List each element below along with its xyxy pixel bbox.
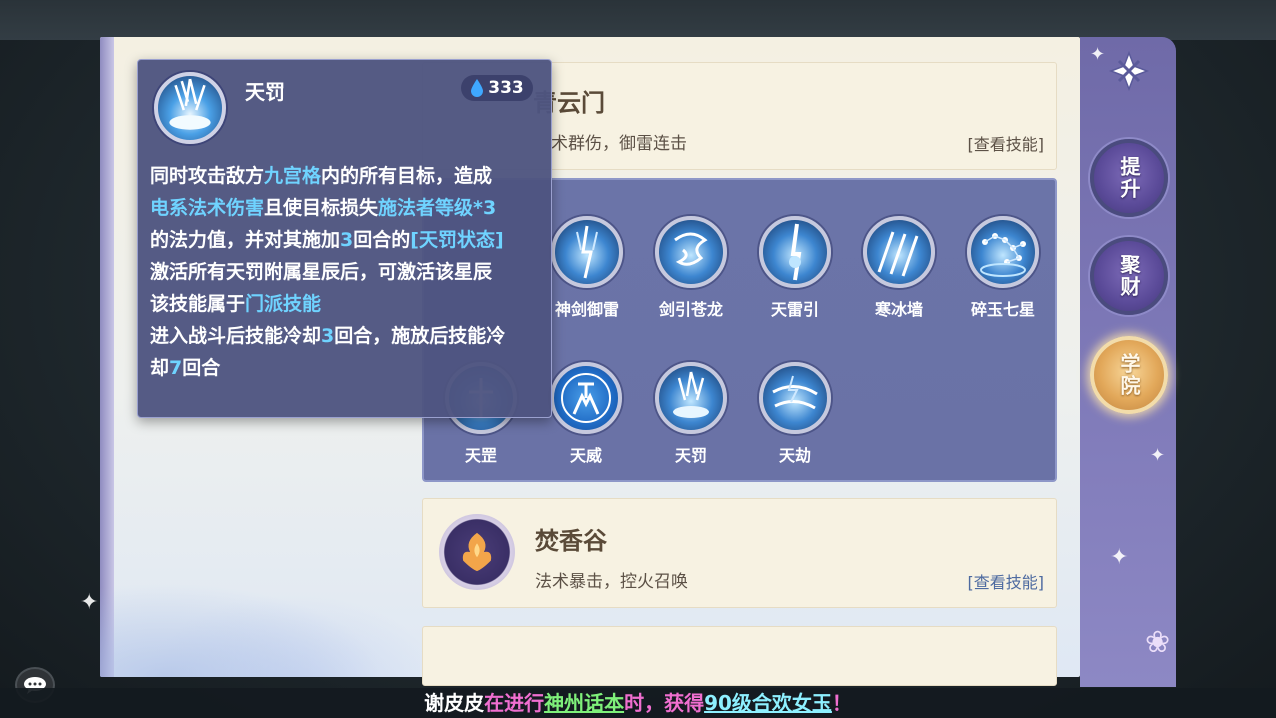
mana-cost: 333: [488, 78, 524, 98]
broadcast-ticker: 谢皮皮在进行神州话本时，获得90级合欢女玉！: [0, 688, 1276, 718]
lotus-icon: ❀: [1145, 625, 1171, 660]
skill-item[interactable]: 神剑御雷: [547, 216, 627, 320]
ticker-text: 在进行: [484, 691, 545, 715]
description-line: 电系法术伤害且使目标损失施法者等级*3: [150, 192, 550, 224]
sect-title: 焚香谷: [535, 526, 607, 555]
player-name: 谢皮皮: [424, 691, 485, 715]
dragon-icon: [655, 216, 727, 288]
skill-name: 寒冰墙: [874, 300, 923, 319]
skill-item[interactable]: 剑引苍龙: [651, 216, 731, 320]
skill-name: 天劫: [778, 446, 811, 465]
highlight-text: 施法者等级*3: [378, 197, 497, 219]
academy-button[interactable]: 学院: [1090, 336, 1168, 414]
sparkle-icon: ✦: [80, 590, 99, 615]
sect-card-fenxiang[interactable]: 焚香谷 法术暴击，控火召唤 [查看技能]: [422, 498, 1057, 608]
description-line: 进入战斗后技能冷却3回合，施放后技能冷: [150, 320, 550, 352]
heaven-punish-icon: [655, 362, 727, 434]
phoenix-icon: [439, 514, 515, 590]
description-text: 进入战斗后技能冷却: [150, 325, 322, 347]
description-text: 的法力值，并对其施加: [150, 229, 341, 251]
description-text: 回合，施放后技能冷: [334, 325, 506, 347]
activity-link[interactable]: 神州话本: [544, 691, 624, 715]
skill-item[interactable]: 天罚: [651, 362, 731, 466]
skill-item[interactable]: 天雷引: [755, 216, 835, 320]
ticker-text: ！: [831, 691, 852, 715]
game-background: [0, 0, 1276, 40]
description-text: 却: [150, 357, 170, 379]
item-link[interactable]: 90级合欢女玉: [704, 691, 832, 715]
highlight-text: 3: [340, 229, 354, 251]
sparkle-icon: ✦: [1150, 445, 1166, 466]
description-line: 却7回合: [150, 352, 550, 384]
skill-name: 神剑御雷: [554, 300, 619, 319]
highlight-text: 7: [169, 357, 183, 379]
skill-name: 天雷引: [770, 300, 819, 319]
description-text: 回合的: [353, 229, 411, 251]
ice-wall-icon: [863, 216, 935, 288]
description-text: 同时攻击敌方: [150, 165, 265, 187]
panel-wave-decoration: [100, 567, 420, 677]
description-line: 激活所有天罚附属星辰后，可激活该星辰: [150, 256, 550, 288]
description-text: 内的所有目标，造成: [321, 165, 493, 187]
heaven-tribulation-icon: [759, 362, 831, 434]
lightning-sword-icon: [551, 216, 623, 288]
skill-tooltip: 天罚 333 同时攻击敌方九宫格内的所有目标，造成 电系法术伤害且使目标损失施法者…: [137, 59, 552, 418]
close-icon: [1108, 50, 1150, 92]
sect-description: 术群伤，御雷连击: [551, 134, 687, 154]
highlight-text: [天罚状态]: [410, 229, 504, 251]
ticker-text: 时，获得: [624, 691, 705, 715]
gather-wealth-button[interactable]: 聚财: [1090, 237, 1168, 315]
thunder-bolt-icon: [759, 216, 831, 288]
sparkle-icon: ✦: [1090, 44, 1106, 65]
skill-item[interactable]: 天劫: [755, 362, 835, 466]
description-line: 该技能属于门派技能: [150, 288, 550, 320]
highlight-text: 电系法术伤害: [150, 197, 265, 219]
skill-name: 天罚: [674, 446, 707, 465]
heaven-might-icon: [550, 362, 622, 434]
view-skills-link[interactable]: [查看技能]: [968, 131, 1045, 155]
skill-title: 天罚: [245, 80, 285, 104]
highlight-text: 3: [321, 325, 335, 347]
description-text: 回合: [182, 357, 221, 379]
highlight-text: 门派技能: [245, 293, 322, 315]
mana-cost-badge: 333: [461, 75, 533, 101]
close-button[interactable]: [1106, 48, 1152, 94]
description-text: 激活所有天罚附属星辰后，可激活该星辰: [150, 261, 493, 283]
skill-item[interactable]: 碎玉七星: [963, 216, 1043, 320]
description-text: 该技能属于: [150, 293, 246, 315]
upgrade-button[interactable]: 提升: [1090, 139, 1168, 217]
skill-name: 天威: [569, 446, 602, 465]
description-text: 且使目标损失: [264, 197, 379, 219]
skill-name: 剑引苍龙: [658, 300, 723, 319]
sect-description: 法术暴击，控火召唤: [535, 572, 688, 592]
highlight-text: 九宫格: [264, 165, 322, 187]
skill-item[interactable]: 寒冰墙: [859, 216, 939, 320]
skill-description: 同时攻击敌方九宫格内的所有目标，造成 电系法术伤害且使目标损失施法者等级*3 的法力…: [150, 160, 550, 384]
description-line: 同时攻击敌方九宫格内的所有目标，造成: [150, 160, 550, 192]
view-skills-link[interactable]: [查看技能]: [968, 569, 1045, 593]
skill-name: 碎玉七星: [970, 300, 1035, 319]
heaven-punish-icon: [154, 72, 226, 144]
sparkle-icon: ✦: [1110, 545, 1129, 570]
water-drop-icon: [471, 79, 484, 97]
skill-item[interactable]: 天威: [546, 362, 626, 466]
seven-stars-icon: [967, 216, 1039, 288]
sect-card-next[interactable]: [422, 626, 1057, 686]
description-line: 的法力值，并对其施加3回合的[天罚状态]: [150, 224, 550, 256]
skill-name: 天罡: [464, 446, 497, 465]
